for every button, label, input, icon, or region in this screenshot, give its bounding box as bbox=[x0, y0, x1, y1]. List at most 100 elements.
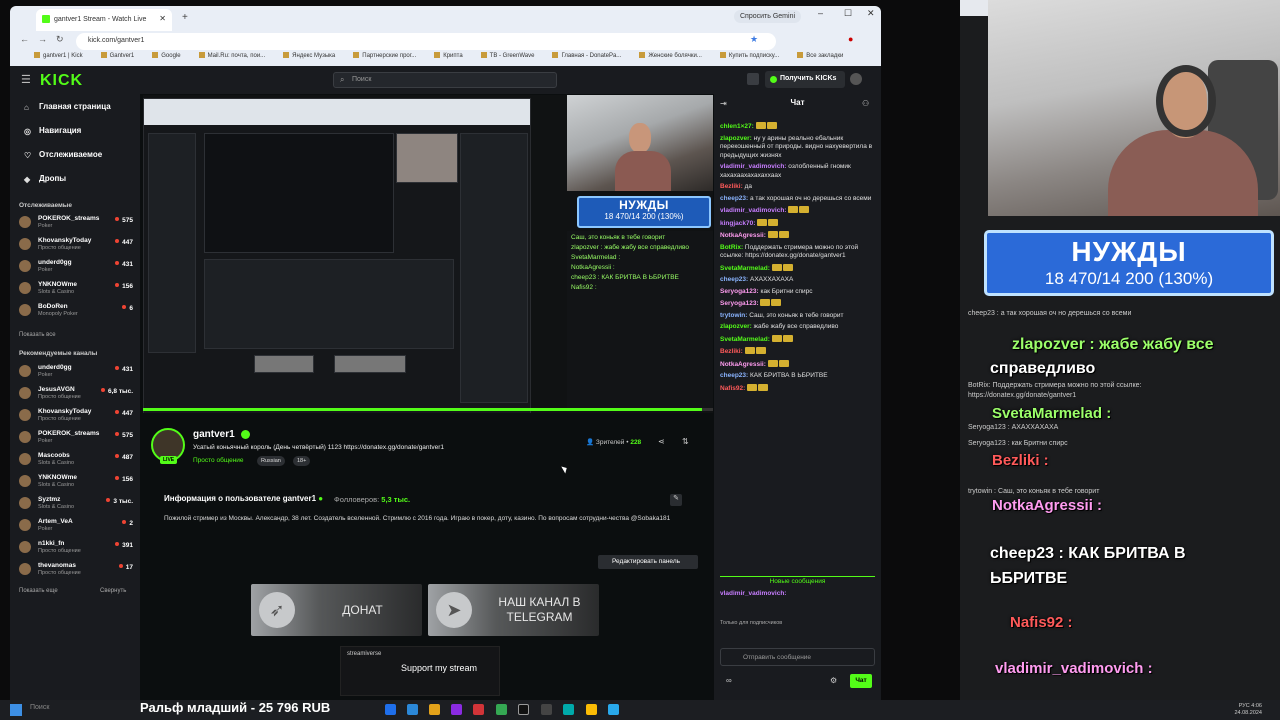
video-player[interactable]: НУЖДЫ 18 470/14 200 (130%) Саш, это конья… bbox=[143, 95, 713, 413]
chat-username[interactable]: cheep23: bbox=[720, 372, 748, 379]
share-icon[interactable]: ⋖ bbox=[658, 437, 665, 446]
channel-item[interactable]: Mascoobs Slots & Casino 487 bbox=[19, 451, 135, 471]
close-window-icon[interactable]: ✕ bbox=[867, 8, 875, 19]
chat-username[interactable]: SvetaMarmelad: bbox=[720, 265, 770, 272]
collapse-link[interactable]: Свернуть bbox=[100, 588, 126, 594]
bookmark-item[interactable]: ТВ - GreenWave bbox=[481, 53, 535, 59]
chat-username[interactable]: NotkaAgressii: bbox=[720, 232, 766, 239]
telegram-panel[interactable]: ➤ НАШ КАНАЛ В TELEGRAM bbox=[428, 584, 599, 636]
player-progress[interactable] bbox=[143, 408, 713, 411]
chat-username[interactable]: BotRix: bbox=[720, 244, 743, 251]
chat-username[interactable]: NotkaAgressii: bbox=[720, 361, 766, 368]
channel-item[interactable]: thevanomas Просто общение 17 bbox=[19, 561, 135, 581]
close-tab-icon[interactable]: ✕ bbox=[159, 14, 166, 23]
chat-username[interactable]: Seryoga123: bbox=[720, 300, 759, 307]
channel-item[interactable]: n1kki_fn Просто общение 391 bbox=[19, 539, 135, 559]
nav-drops[interactable]: ◆ Дропы bbox=[24, 174, 66, 184]
chat-extra-icon[interactable]: ∞ bbox=[726, 676, 732, 685]
chat-username[interactable]: Bezliki: bbox=[720, 348, 743, 355]
chat-username[interactable]: cheep23: bbox=[720, 195, 748, 202]
bookmark-item[interactable]: gantver1 | Kick bbox=[34, 53, 83, 59]
support-panel[interactable]: streamiverse Support my stream bbox=[340, 646, 500, 696]
bookmark-item[interactable]: Google bbox=[152, 53, 180, 59]
back-icon[interactable]: ← bbox=[20, 34, 29, 44]
bookmark-item[interactable]: Яндекс Музыка bbox=[283, 53, 335, 59]
bookmark-item[interactable]: Женские болячки... bbox=[639, 53, 702, 59]
profile-avatar[interactable]: ● bbox=[848, 34, 853, 44]
layout-icon[interactable] bbox=[747, 73, 759, 85]
tag-language[interactable]: Russian bbox=[257, 456, 285, 466]
chat-username[interactable]: cheep23: bbox=[720, 276, 748, 283]
folder-icon[interactable] bbox=[429, 704, 440, 715]
new-tab-button[interactable]: + bbox=[182, 12, 188, 23]
app-icon[interactable] bbox=[385, 704, 396, 715]
kick-logo[interactable]: KICK bbox=[40, 72, 83, 90]
bookmark-item[interactable]: Главная - DonatePa... bbox=[552, 53, 621, 59]
nav-following[interactable]: ♡ Отслеживаемое bbox=[24, 150, 102, 160]
channel-item[interactable]: POKEROK_streams Poker 575 bbox=[19, 429, 135, 449]
chat-username[interactable]: Nafis92: bbox=[720, 385, 745, 392]
channel-item[interactable]: Artem_VeA Poker 2 bbox=[19, 517, 135, 537]
chat-settings-icon[interactable]: ⚙ bbox=[830, 676, 837, 685]
channel-item[interactable]: underd0gg Poker 431 bbox=[19, 258, 135, 278]
search-input[interactable]: ⌕ Поиск bbox=[333, 72, 557, 88]
edit-panel-button[interactable]: Редактировать панель bbox=[598, 555, 698, 569]
forward-icon[interactable]: → bbox=[38, 34, 47, 44]
streamer-name[interactable]: gantver1 bbox=[193, 429, 235, 440]
get-kicks-button[interactable]: Получить KICKs bbox=[765, 71, 845, 88]
nav-browse[interactable]: ◎ Навигация bbox=[24, 126, 81, 136]
channel-item[interactable]: BoDoRen Monopoly Poker 6 bbox=[19, 302, 135, 322]
chat-username[interactable]: vladimir_vadimovich: bbox=[720, 163, 786, 170]
app-icon[interactable] bbox=[451, 704, 462, 715]
chat-username[interactable]: Bezliki: bbox=[720, 183, 743, 190]
new-messages-divider[interactable]: Новые сообщения bbox=[720, 576, 875, 585]
bookmark-item[interactable]: Mail.Ru: почта, пои... bbox=[199, 53, 266, 59]
app-icon[interactable] bbox=[473, 704, 484, 715]
nav-home[interactable]: ⌂ Главная страница bbox=[24, 102, 111, 112]
app-icon[interactable] bbox=[563, 704, 574, 715]
telegram-icon[interactable] bbox=[608, 704, 619, 715]
channel-item[interactable]: underd0gg Poker 431 bbox=[19, 363, 135, 383]
app-icon[interactable] bbox=[407, 704, 418, 715]
chat-username[interactable]: vladimir_vadimovich: bbox=[720, 207, 786, 214]
chat-send-button[interactable]: Чат bbox=[850, 674, 872, 688]
channel-item[interactable]: YNKNOWme Slots & Casino 156 bbox=[19, 280, 135, 300]
stream-category[interactable]: Просто общение bbox=[193, 457, 244, 464]
bookmark-item[interactable]: Партнерские прог... bbox=[353, 53, 416, 59]
minimize-icon[interactable]: – bbox=[818, 8, 823, 18]
chat-username[interactable]: Seryoga123: bbox=[720, 288, 759, 295]
bookmark-item[interactable]: Купить подписку... bbox=[720, 53, 779, 59]
bookmark-item[interactable]: Gantver1 bbox=[101, 53, 135, 59]
channel-item[interactable]: KhovanskyToday Просто общение 447 bbox=[19, 236, 135, 256]
start-icon[interactable] bbox=[10, 704, 22, 716]
chat-input[interactable]: Отправить сообщение bbox=[720, 648, 875, 666]
bookmark-star-icon[interactable]: ★ bbox=[750, 34, 758, 45]
app-icon[interactable] bbox=[518, 704, 529, 715]
channel-item[interactable]: Syztmz Slots & Casino 3 тыс. bbox=[19, 495, 135, 515]
browser-tab[interactable]: gantver1 Stream - Watch Live ✕ bbox=[36, 9, 172, 31]
chat-username[interactable]: chlen1×27: bbox=[720, 123, 754, 130]
bookmark-item[interactable]: Все закладки bbox=[797, 53, 843, 59]
channel-item[interactable]: KhovanskyToday Просто общение 447 bbox=[19, 407, 135, 427]
settings-icon[interactable]: ⇅ bbox=[682, 437, 689, 446]
channel-item[interactable]: JesusAVGN Просто общение 6,8 тыс. bbox=[19, 385, 135, 405]
maximize-icon[interactable]: ☐ bbox=[844, 8, 852, 19]
chat-username[interactable]: SvetaMarmelad: bbox=[720, 336, 770, 343]
reload-icon[interactable]: ↻ bbox=[56, 34, 64, 45]
menu-icon[interactable]: ☰ bbox=[21, 73, 31, 86]
obs-icon[interactable] bbox=[541, 704, 552, 715]
gemini-button[interactable]: Спросить Gemini bbox=[734, 10, 802, 23]
tag-age[interactable]: 18+ bbox=[293, 456, 311, 466]
show-all-link[interactable]: Показать все bbox=[19, 332, 56, 338]
channel-item[interactable]: POKEROK_streams Poker 575 bbox=[19, 214, 135, 234]
chrome-icon[interactable] bbox=[496, 704, 507, 715]
edit-pencil-icon[interactable]: ✎ bbox=[670, 494, 682, 506]
chat-username[interactable]: kingjack70: bbox=[720, 220, 755, 227]
address-bar[interactable]: kick.com/gantver1 bbox=[76, 33, 776, 50]
chat-users-icon[interactable]: ⚇ bbox=[862, 99, 869, 108]
taskbar-search[interactable]: Поиск bbox=[30, 704, 49, 711]
channel-item[interactable]: YNKNOWme Slots & Casino 156 bbox=[19, 473, 135, 493]
chat-username[interactable]: trytowin: bbox=[720, 312, 747, 319]
chat-username[interactable]: zlapozver: bbox=[720, 135, 752, 142]
user-avatar[interactable] bbox=[850, 73, 862, 85]
